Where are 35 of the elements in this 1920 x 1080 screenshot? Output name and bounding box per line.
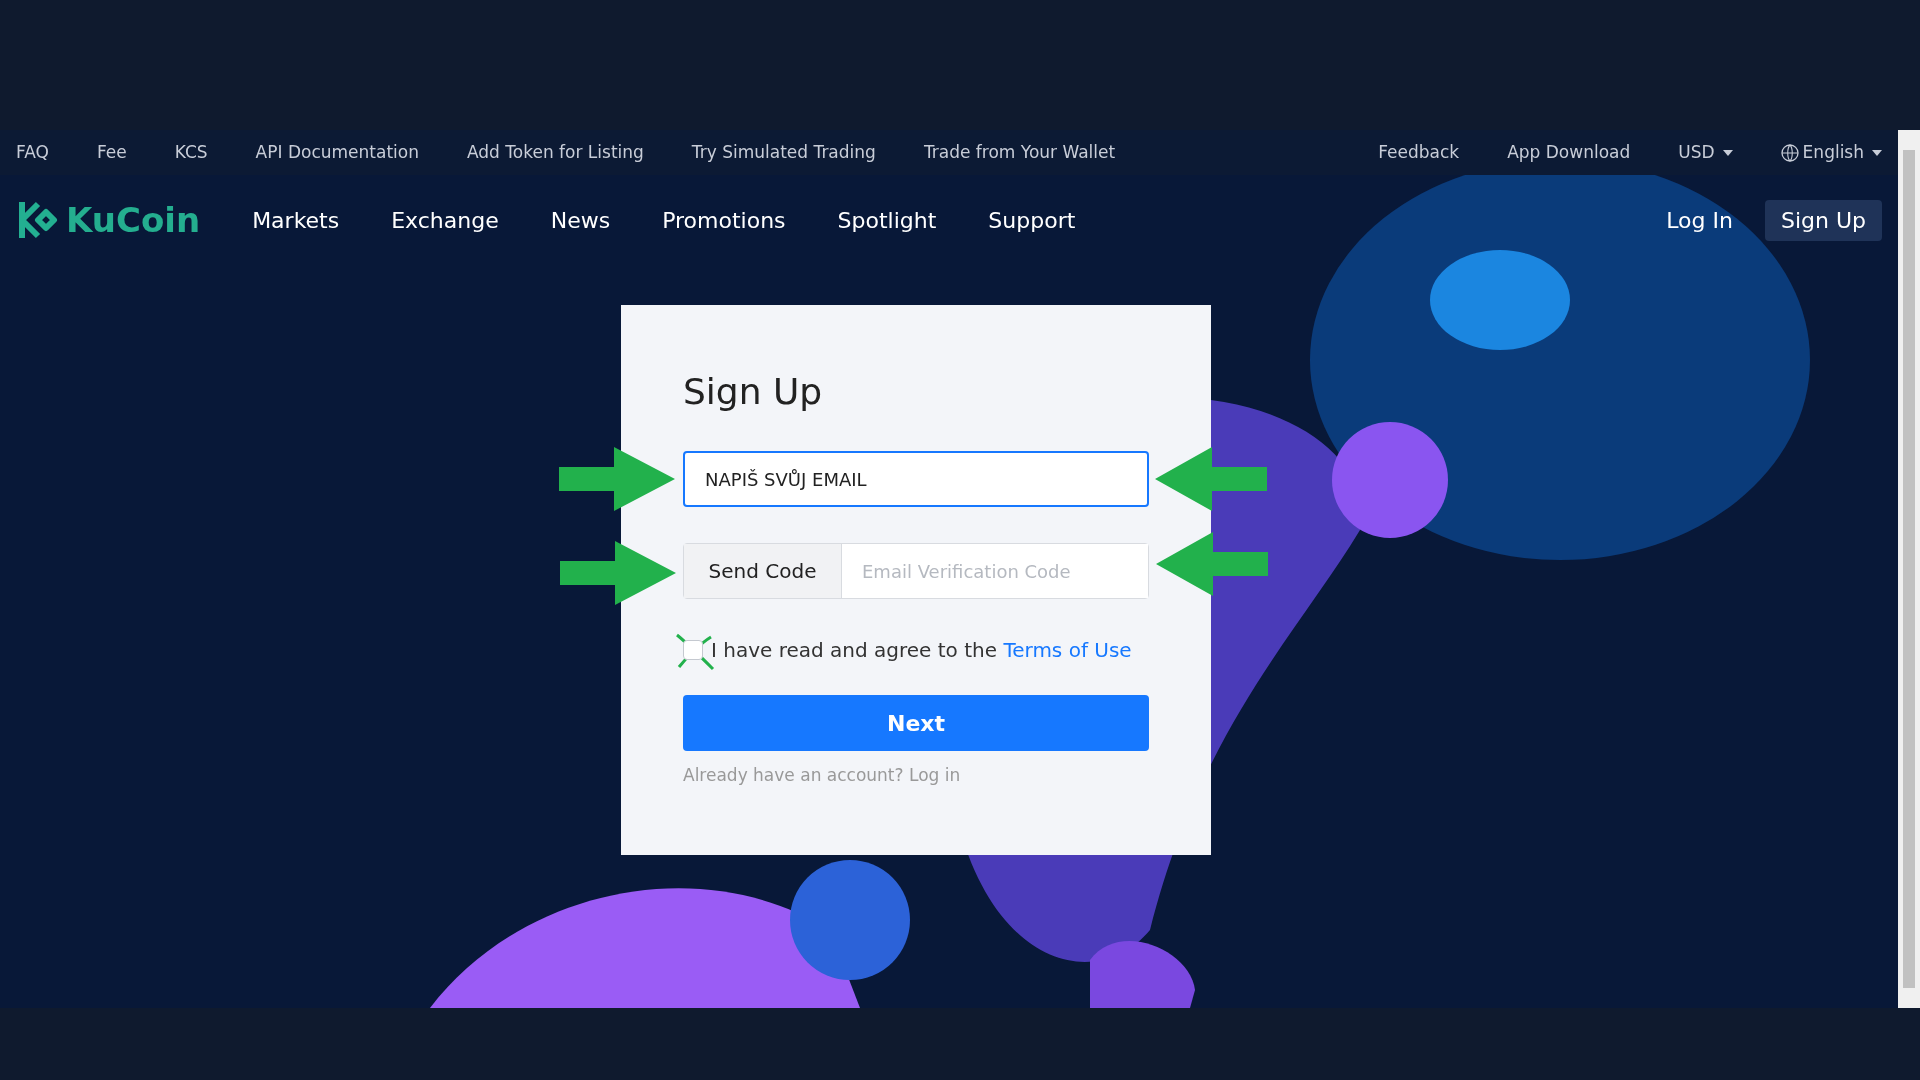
language-dropdown[interactable]: English: [1780, 139, 1882, 166]
form-title: Sign Up: [683, 370, 824, 414]
top-link[interactable]: FAQ: [16, 139, 49, 166]
nav-link[interactable]: Promotions: [662, 203, 786, 237]
top-link[interactable]: Add Token for Listing: [466, 139, 644, 166]
agree-checkbox[interactable]: [683, 640, 703, 660]
globe-icon: [1780, 143, 1799, 162]
terms-link[interactable]: Terms of Use: [1003, 638, 1132, 662]
nav-link[interactable]: Support: [988, 203, 1076, 237]
top-link[interactable]: App Download: [1507, 139, 1631, 166]
top-link[interactable]: Try Simulated Trading: [691, 139, 876, 166]
currency-dropdown[interactable]: USD: [1678, 139, 1733, 166]
nav-link[interactable]: Spotlight: [837, 203, 937, 237]
login-link[interactable]: Log In: [1650, 203, 1749, 237]
cross-mark-icon: [675, 631, 715, 671]
logo-text: KuCoin: [66, 198, 201, 242]
top-link[interactable]: API Documentation: [255, 139, 419, 166]
email-input[interactable]: NAPIŠ SVŮJ EMAIL: [683, 451, 1149, 507]
arrow-icon: [559, 447, 675, 511]
top-link[interactable]: KCS: [174, 139, 208, 166]
arrow-icon: [560, 541, 676, 605]
arrow-icon: [1155, 447, 1267, 511]
nav-link[interactable]: Exchange: [391, 203, 499, 237]
nav-link[interactable]: Markets: [252, 203, 340, 237]
caret-icon: [1872, 149, 1882, 156]
nav-link[interactable]: News: [550, 203, 611, 237]
top-link[interactable]: Trade from Your Wallet: [923, 139, 1116, 166]
top-link[interactable]: Fee: [96, 139, 127, 166]
scrollbar[interactable]: [1898, 130, 1920, 1008]
signup-button[interactable]: Sign Up: [1764, 199, 1882, 241]
top-link[interactable]: Feedback: [1378, 139, 1460, 166]
caret-icon: [1722, 149, 1733, 156]
agree-text: I have read and agree to the Terms of Use: [711, 637, 1132, 664]
next-button[interactable]: Next: [683, 695, 1149, 751]
arrow-icon: [1156, 532, 1268, 596]
